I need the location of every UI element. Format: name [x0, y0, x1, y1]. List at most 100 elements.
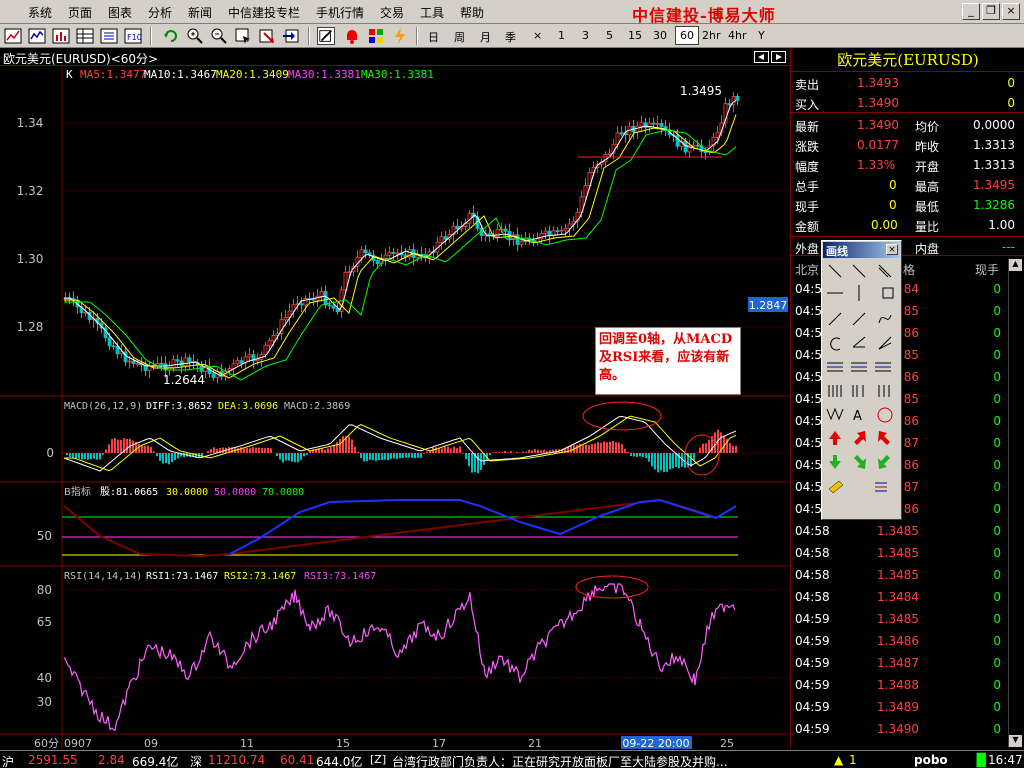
period-week[interactable]: 周 [454, 29, 465, 45]
channel-tool-icon[interactable] [852, 312, 866, 326]
menu-news[interactable]: 新闻 [188, 4, 212, 21]
period-4hr[interactable]: 4hr [728, 29, 747, 42]
restore-button[interactable]: ❐ [982, 3, 1000, 20]
fibonacci-fan-tool-icon[interactable] [851, 362, 867, 372]
scroll-left-icon[interactable] [758, 54, 764, 60]
period-year[interactable]: Y [758, 29, 765, 42]
macd-name: MACD(26,12,9) [64, 401, 142, 412]
period-60min[interactable]: 60 [675, 26, 699, 45]
change-percent: 1.33% [857, 158, 896, 172]
tick-price: 84 [903, 282, 919, 296]
select-stock-icon[interactable] [234, 27, 252, 45]
circle-tool-icon[interactable] [877, 407, 893, 423]
bar-chart-icon[interactable] [52, 27, 70, 45]
indicator-icon[interactable] [367, 27, 385, 45]
fan-tool-icon[interactable] [878, 336, 892, 350]
trend-line-tool-icon[interactable] [828, 312, 842, 326]
period-1min[interactable]: 1 [558, 29, 565, 42]
up-left-arrow-tool-icon[interactable] [878, 431, 890, 445]
period-30min[interactable]: 30 [653, 29, 667, 42]
up-arrow-tool-icon[interactable] [829, 431, 841, 445]
menu-system[interactable]: 系统 [28, 4, 52, 21]
palette-tools[interactable]: A [823, 259, 902, 521]
close-button[interactable]: × [1002, 3, 1020, 20]
rectangle-tool-icon[interactable] [882, 287, 894, 299]
price-tick: 1.34 [17, 116, 44, 130]
annotation-box[interactable]: 回调至0轴，从MACD及RSI来看，应该有新高。 [595, 327, 741, 395]
tick-time: 04:5 [795, 480, 822, 494]
zoom-in-icon[interactable] [186, 27, 204, 45]
tick-price: 1.3487 [877, 656, 919, 670]
period-3min[interactable]: 3 [582, 29, 589, 42]
palette-titlebar[interactable]: 画线 × [823, 242, 900, 258]
zoom-out-icon[interactable] [210, 27, 228, 45]
trend-chart-icon[interactable] [28, 27, 46, 45]
candle-body [695, 144, 700, 147]
menu-citic-column[interactable]: 中信建投专栏 [228, 4, 300, 21]
extended-line-tool-icon[interactable] [878, 264, 892, 278]
ray-tool-icon[interactable] [852, 264, 866, 278]
import-icon[interactable] [282, 27, 300, 45]
arc-tool-icon[interactable] [830, 337, 841, 351]
list-icon[interactable] [100, 27, 118, 45]
refresh-icon[interactable] [162, 27, 180, 45]
period-quarter[interactable]: 季 [505, 29, 516, 45]
period-day[interactable]: 日 [428, 29, 439, 45]
period-5min[interactable]: 5 [606, 29, 613, 42]
news-icon[interactable]: [Z] [370, 753, 386, 766]
alert-icon[interactable]: ▲ [834, 753, 843, 767]
menu-chart[interactable]: 图表 [108, 4, 132, 21]
open-price: 1.3313 [973, 158, 1015, 172]
curve-tool-icon[interactable] [878, 314, 892, 324]
cycle-tool-icon[interactable] [852, 385, 864, 397]
price-chart[interactable]: K MA5:1.3477 MA10:1.3467 MA20:1.3409 MA3… [0, 66, 790, 750]
menu-trade[interactable]: 交易 [380, 4, 404, 21]
up-right-arrow-tool-icon[interactable] [854, 431, 866, 445]
down-arrow-tool-icon[interactable] [829, 455, 841, 469]
down-right-arrow-tool-icon[interactable] [854, 455, 866, 469]
candle-body [171, 359, 176, 368]
line-tool-icon[interactable] [828, 264, 842, 278]
fibonacci-tool-icon[interactable] [827, 362, 843, 372]
drawing-palette[interactable]: 画线 × A [821, 240, 902, 520]
quote-label: 金额 [795, 220, 820, 234]
minimize-button[interactable]: _ [962, 3, 980, 20]
gann-tool-icon[interactable] [875, 362, 891, 372]
news-ticker[interactable]: 台湾行政部门负责人：正在研究开放面板厂至大陆参股及并购... [392, 753, 824, 768]
period-2hr[interactable]: 2hr [702, 29, 721, 42]
candle-body [727, 103, 732, 106]
period-15min[interactable]: 15 [628, 29, 642, 42]
export-icon[interactable] [258, 27, 276, 45]
period-close[interactable]: × [533, 29, 542, 42]
price-tick: 1.32 [17, 184, 44, 198]
menu-tools[interactable]: 工具 [420, 4, 444, 21]
quote-row: 最新 1.3490 均价 0.0000 [791, 115, 1024, 135]
kline-chart-icon[interactable] [4, 27, 22, 45]
eraser-tool-icon[interactable] [828, 480, 844, 494]
period-month[interactable]: 月 [480, 29, 491, 45]
menu-help[interactable]: 帮助 [460, 4, 484, 21]
wave-tool-icon[interactable] [826, 407, 844, 421]
candle-body [635, 125, 640, 133]
tick-scrollbar[interactable]: ▲ ▼ [1008, 259, 1022, 747]
palette-close-button[interactable]: × [886, 244, 898, 255]
menu-mobile-quotes[interactable]: 手机行情 [316, 4, 364, 21]
scroll-up-icon[interactable]: ▲ [1009, 259, 1022, 271]
menu-page[interactable]: 页面 [68, 4, 92, 21]
tick-time: 04:58 [795, 546, 830, 560]
delete-lines-tool-icon[interactable] [875, 482, 887, 492]
f10-icon[interactable]: F10 [124, 27, 142, 45]
table-icon[interactable] [76, 27, 94, 45]
alarm-bell-icon[interactable] [343, 27, 361, 45]
text-tool-icon[interactable]: A [853, 409, 862, 424]
tick-time: 04:5 [795, 458, 822, 472]
scroll-down-icon[interactable]: ▼ [1009, 735, 1022, 747]
chart-scroll-controls[interactable] [754, 51, 786, 63]
draw-line-icon[interactable] [317, 27, 335, 45]
period-tool-icon[interactable] [878, 385, 890, 397]
time-zone-tool-icon[interactable] [828, 385, 842, 397]
lightning-icon[interactable] [391, 27, 409, 45]
down-left-arrow-tool-icon[interactable] [878, 455, 890, 469]
scroll-right-icon[interactable] [776, 54, 782, 60]
menu-analysis[interactable]: 分析 [148, 4, 172, 21]
